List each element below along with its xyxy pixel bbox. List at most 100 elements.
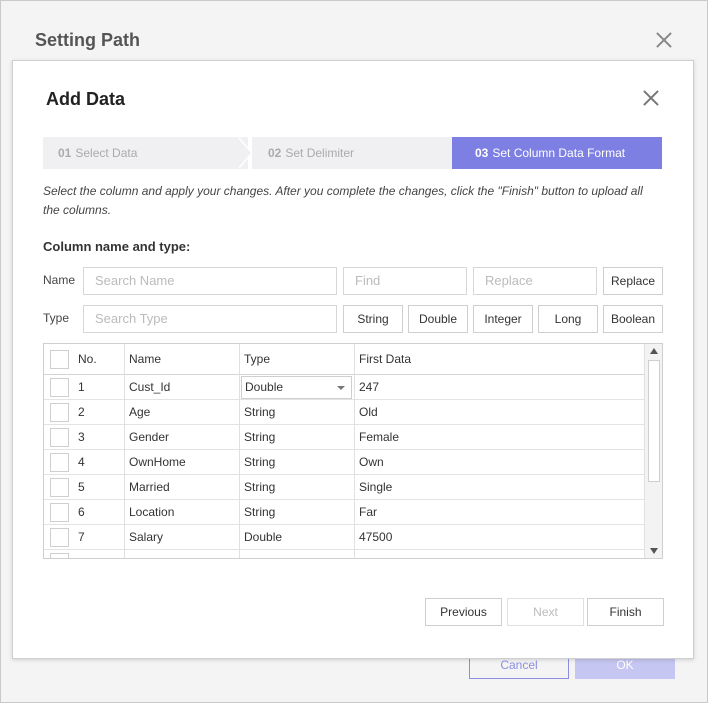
- table-row[interactable]: 2 Age String Old: [44, 400, 644, 425]
- row-checkbox[interactable]: [50, 452, 69, 472]
- row-no: 5: [78, 480, 85, 494]
- search-type-input[interactable]: Search Type: [83, 305, 337, 333]
- chevron-down-icon: [337, 385, 345, 390]
- table-row[interactable]: 5 Married String Single: [44, 475, 644, 500]
- row-first-data: Single: [359, 480, 393, 494]
- row-checkbox[interactable]: [50, 402, 69, 422]
- row-first-data: Far: [359, 505, 377, 519]
- table-scrollbar[interactable]: [644, 344, 662, 558]
- row-checkbox-cell: [44, 400, 74, 424]
- replace-button[interactable]: Replace: [603, 267, 663, 295]
- next-button[interactable]: Next: [507, 598, 584, 626]
- name-row-label: Name: [43, 273, 76, 287]
- row-name: Salary: [129, 530, 164, 544]
- table-row[interactable]: 6 Location String Far: [44, 500, 644, 525]
- row-checkbox[interactable]: [50, 427, 69, 447]
- row-type: String: [244, 505, 276, 519]
- row-checkbox[interactable]: [50, 552, 69, 558]
- column-divider: [354, 344, 355, 558]
- header-type: Type: [244, 352, 271, 366]
- type-long-button[interactable]: Long: [538, 305, 598, 333]
- row-first-data: Female: [359, 430, 400, 444]
- header-name: Name: [129, 352, 162, 366]
- step-set-delimiter: 02 Set Delimiter: [252, 137, 452, 169]
- section-label: Column name and type:: [43, 239, 191, 254]
- header-checkbox-cell: [44, 344, 74, 374]
- type-boolean-button[interactable]: Boolean: [603, 305, 663, 333]
- table-row[interactable]: 1 Cust_Id Double 247: [44, 375, 644, 400]
- row-type: String: [244, 455, 276, 469]
- row-type-cell: Double: [240, 375, 355, 399]
- type-row-label: Type: [43, 311, 70, 325]
- add-data-dialog: Add Data 01 Select Data 02 Set Delimiter 0…: [12, 60, 694, 659]
- table-row-partial[interactable]: [44, 550, 644, 558]
- row-no: 3: [78, 430, 85, 444]
- row-no: 6: [78, 505, 85, 519]
- column-table: No. Name Type First Data 1 Cust_Id Doubl…: [43, 343, 663, 559]
- column-divider: [124, 344, 125, 558]
- type-string-button[interactable]: String: [343, 305, 403, 333]
- header-first-data: First Data: [359, 352, 412, 366]
- row-name: Cust_Id: [129, 380, 171, 394]
- wizard-steps: 01 Select Data 02 Set Delimiter 03 Set Colu…: [43, 137, 662, 169]
- step-label: Set Delimiter: [285, 146, 355, 160]
- find-input[interactable]: Find: [343, 267, 467, 295]
- step-number: 01: [58, 146, 72, 160]
- scroll-up-icon[interactable]: [650, 348, 658, 354]
- row-name: Location: [129, 505, 175, 519]
- type-integer-button[interactable]: Integer: [473, 305, 533, 333]
- scroll-down-icon[interactable]: [650, 548, 658, 554]
- row-checkbox[interactable]: [50, 377, 69, 397]
- dialog-title: Add Data: [46, 89, 126, 109]
- step-label: Set Column Data Format: [492, 146, 626, 160]
- row-type: String: [244, 430, 276, 444]
- row-checkbox-cell: [44, 525, 74, 549]
- row-first-data: 247: [359, 380, 380, 394]
- row-first-data: 47500: [359, 530, 393, 544]
- outer-close-icon[interactable]: [653, 29, 675, 51]
- instructions-text: Select the column and apply your changes…: [43, 184, 643, 217]
- step-label: Select Data: [75, 146, 138, 160]
- row-no: 7: [78, 530, 85, 544]
- search-name-input[interactable]: Search Name: [83, 267, 337, 295]
- row-checkbox-cell: [44, 425, 74, 449]
- step-chevron: [438, 137, 452, 169]
- step-number: 03: [475, 146, 489, 160]
- row-name: OwnHome: [129, 455, 186, 469]
- close-icon[interactable]: [640, 87, 662, 109]
- table-row[interactable]: 3 Gender String Female: [44, 425, 644, 450]
- row-type: String: [244, 405, 276, 419]
- header-no: No.: [78, 352, 97, 366]
- row-checkbox-cell: [44, 550, 74, 558]
- table-header: No. Name Type First Data: [44, 344, 644, 375]
- select-all-checkbox[interactable]: [50, 349, 69, 369]
- row-checkbox-cell: [44, 450, 74, 474]
- scrollbar-thumb[interactable]: [648, 360, 660, 482]
- outer-dialog-title: Setting Path: [35, 30, 141, 50]
- table-row[interactable]: 4 OwnHome String Own: [44, 450, 644, 475]
- column-divider: [239, 344, 240, 558]
- table-row[interactable]: 7 Salary Double 47500: [44, 525, 644, 550]
- step-select-data: 01 Select Data: [43, 137, 248, 169]
- type-dropdown-value: Double: [245, 380, 284, 394]
- row-no: 1: [78, 380, 85, 394]
- step-number: 02: [268, 146, 282, 160]
- row-no: 2: [78, 405, 85, 419]
- row-checkbox-cell: [44, 475, 74, 499]
- row-checkbox[interactable]: [50, 477, 69, 497]
- type-dropdown[interactable]: Double: [241, 375, 352, 399]
- type-double-button[interactable]: Double: [408, 305, 468, 333]
- row-checkbox[interactable]: [50, 502, 69, 522]
- row-name: Gender: [129, 430, 170, 444]
- row-checkbox-cell: [44, 500, 74, 524]
- step-set-column-data-format: 03 Set Column Data Format: [452, 137, 662, 169]
- row-checkbox-cell: [44, 375, 74, 399]
- row-checkbox[interactable]: [50, 527, 69, 547]
- row-type: String: [244, 480, 276, 494]
- row-name: Married: [129, 480, 170, 494]
- row-first-data: Old: [359, 405, 378, 419]
- previous-button[interactable]: Previous: [425, 598, 502, 626]
- row-name: Age: [129, 405, 151, 419]
- replace-input[interactable]: Replace: [473, 267, 597, 295]
- finish-button[interactable]: Finish: [587, 598, 664, 626]
